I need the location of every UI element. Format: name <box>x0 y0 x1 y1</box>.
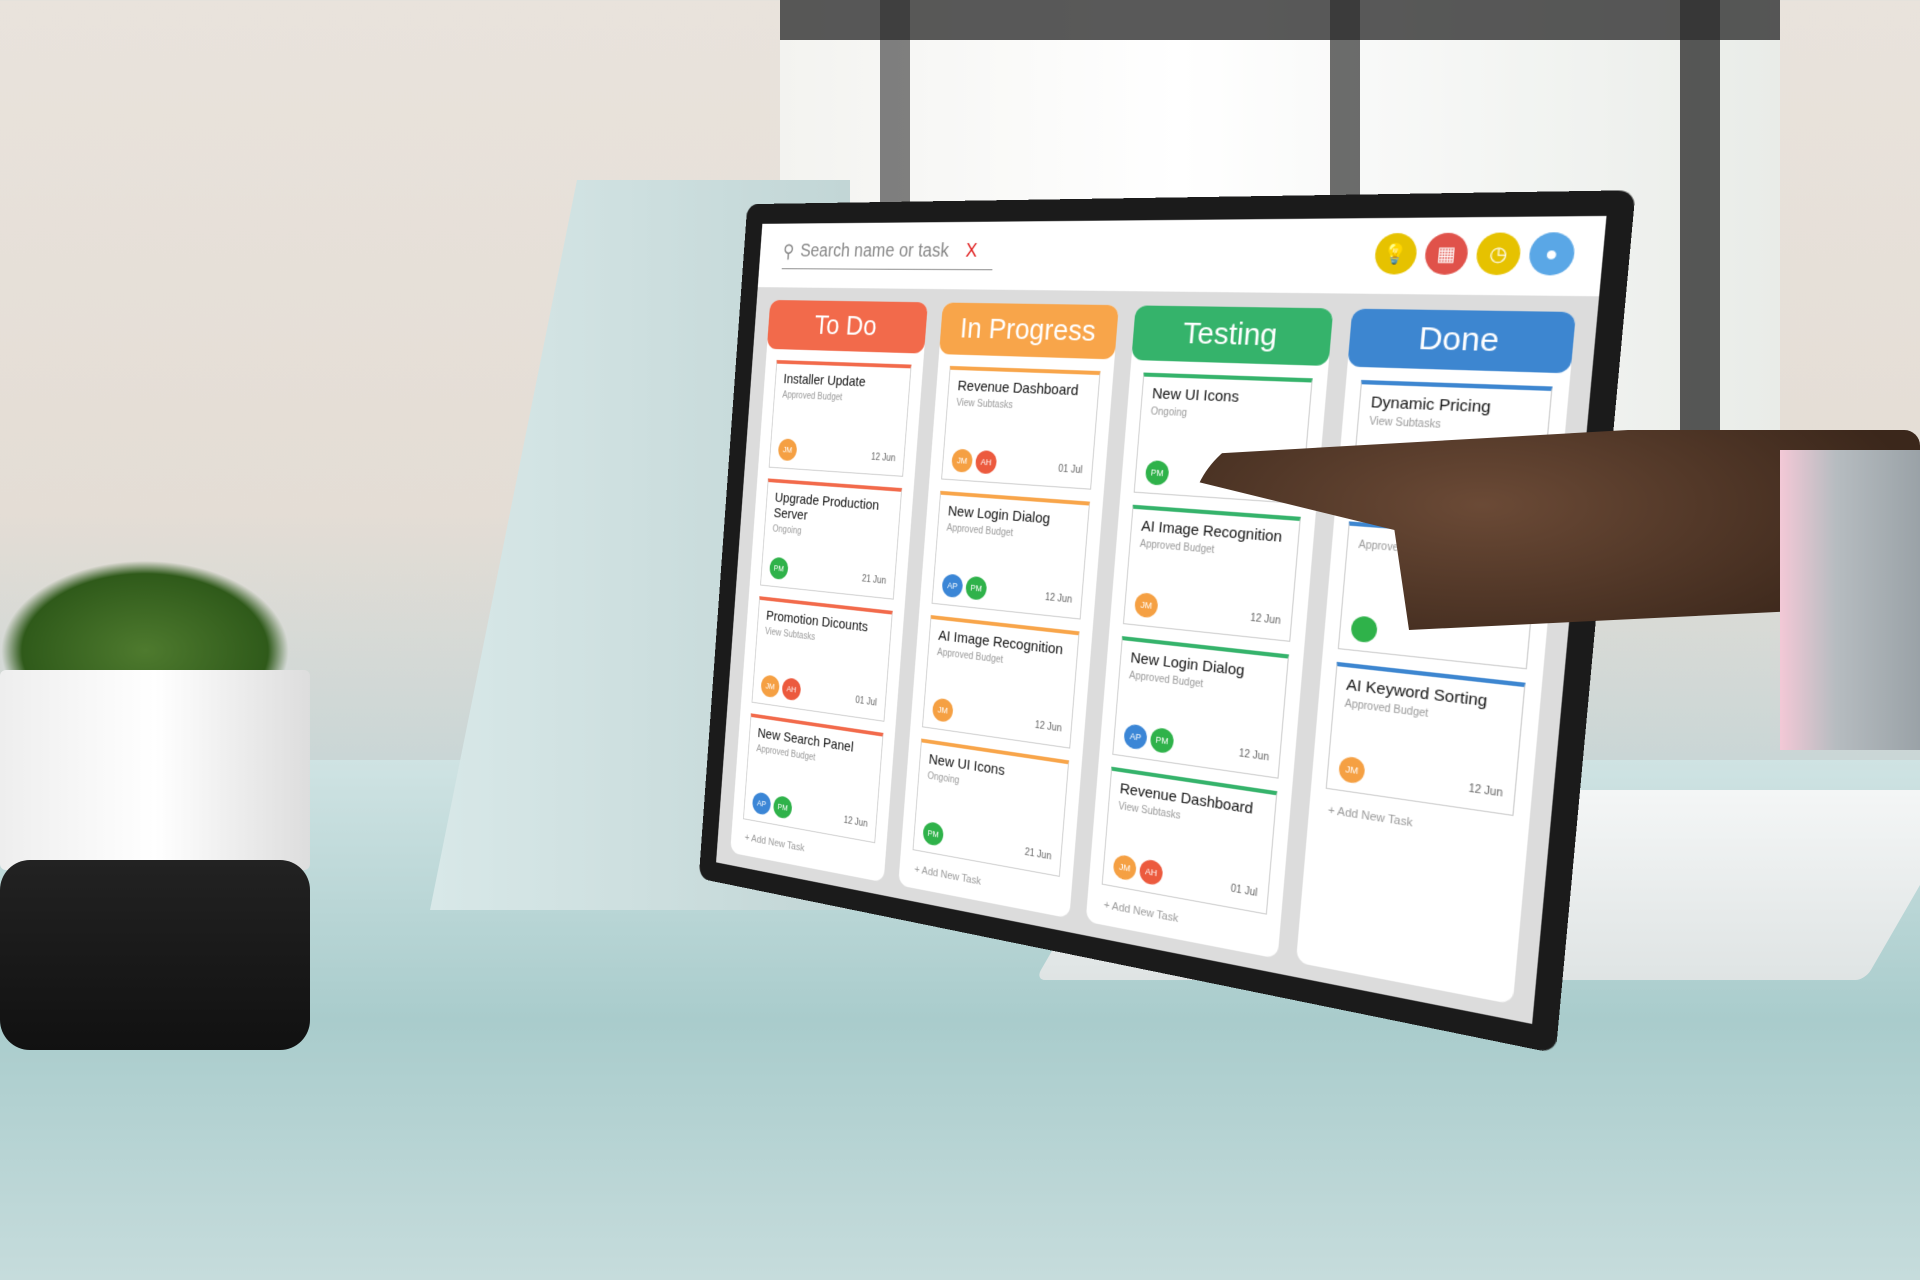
task-card[interactable]: New UI Icons Ongoing PM 21 Jun <box>912 738 1070 877</box>
avatar[interactable]: PM <box>1144 459 1170 486</box>
task-card[interactable]: New Login Dialog Approved Budget AP PM 12 Ju… <box>931 490 1091 620</box>
task-title: New UI Icons <box>1151 385 1240 406</box>
task-title: Revenue Dashboard <box>957 377 1080 400</box>
task-date: 01 Jul <box>1230 883 1258 900</box>
avatar[interactable]: JM <box>951 448 974 473</box>
task-subtitle[interactable]: View Subtasks <box>1369 416 1537 436</box>
avatar[interactable]: JM <box>1112 853 1137 882</box>
task-card[interactable]: Revenue Dashboard View Subtasks JM AH 01 Jul <box>1101 766 1278 915</box>
assignees: JMAH <box>951 448 998 475</box>
avatar[interactable]: AP <box>1123 723 1148 751</box>
column-header: Done <box>1347 308 1577 374</box>
task-date: 21 Jun <box>861 573 887 587</box>
task-title: Installer Update <box>782 371 867 391</box>
task-subtitle[interactable]: View Subtasks <box>956 398 1088 415</box>
column-header: In Progress <box>939 302 1119 360</box>
avatar[interactable]: AP <box>941 573 964 599</box>
avatar[interactable]: JM <box>777 438 798 462</box>
sleeve <box>1780 450 1920 750</box>
avatar[interactable]: PM <box>922 820 945 847</box>
avatar[interactable] <box>1350 615 1379 644</box>
avatar[interactable]: AH <box>781 677 802 702</box>
assignees: JMAH <box>1112 853 1164 887</box>
assignees <box>1350 615 1379 644</box>
toolbar-icons: 💡 ▦ ◷ ● <box>1373 232 1577 276</box>
task-title: Dynamic Pricing <box>1370 393 1492 417</box>
task-card[interactable]: New Search Panel Approved Budget AP PM 12 Ju… <box>743 713 884 844</box>
avatar[interactable]: AH <box>974 449 998 475</box>
avatar[interactable]: PM <box>1149 726 1175 755</box>
assignees: PM <box>922 820 945 847</box>
avatar[interactable]: AP <box>751 791 772 816</box>
search-icon: ⚲ <box>782 241 795 262</box>
lightbulb-icon[interactable]: 💡 <box>1373 233 1419 275</box>
task-subtitle[interactable]: Ongoing <box>1150 406 1298 424</box>
column-done: DoneDynamic PricingView SubtasksJMAHAppr… <box>1295 308 1577 1005</box>
calendar-icon[interactable]: ▦ <box>1423 232 1470 275</box>
column-testing: Testing New UI Icons Ongoing PM AI Image Rec… <box>1085 305 1334 959</box>
avatar[interactable]: PM <box>768 556 789 581</box>
task-card[interactable]: New Login Dialog Approved Budget AP PM 12 Ju… <box>1112 636 1290 779</box>
task-card[interactable]: AI Keyword Sorting Approved Budget JM 12 Ju… <box>1325 661 1526 817</box>
task-card[interactable]: AI Image Recognition Approved Budget JM 12 … <box>1122 504 1301 642</box>
clear-search-button[interactable]: X <box>965 240 978 262</box>
task-card[interactable]: Upgrade Production Server Ongoing PM 21 Jun <box>760 478 903 600</box>
task-date: 12 Jun <box>1467 782 1504 800</box>
column-header: To Do <box>766 299 928 354</box>
column-to-do: To Do Installer Update Approved Budget JM 12… <box>730 299 928 883</box>
avatar[interactable]: JM <box>1338 755 1366 785</box>
avatar[interactable]: PM <box>965 575 988 601</box>
search-placeholder: Search name or task <box>799 240 950 262</box>
assignees: AP PM <box>941 573 988 601</box>
column-in-progress: In Progress Revenue Dashboard View Subtask… <box>898 302 1119 919</box>
avatar[interactable]: JM <box>931 697 954 723</box>
avatar[interactable]: PM <box>772 794 793 820</box>
task-date: 01 Jul <box>1057 463 1083 477</box>
top-bar: ⚲ Search name or task X 💡 ▦ ◷ ● <box>758 216 1607 296</box>
assignees: JM <box>1338 755 1366 785</box>
assignees: AP PM <box>751 791 793 820</box>
assignees: JM <box>777 438 798 462</box>
task-card[interactable]: Promotion Dicounts View Subtasks JM AH 01 Ju… <box>751 596 893 722</box>
assignees: AP PM <box>1123 723 1175 755</box>
column-header: Testing <box>1131 305 1334 367</box>
avatar[interactable]: JM <box>760 674 781 699</box>
avatar[interactable]: JM <box>1133 592 1159 619</box>
task-date: 12 Jun <box>843 815 868 830</box>
task-date: 12 Jun <box>1238 748 1270 764</box>
avatar[interactable]: AH <box>1138 858 1164 887</box>
assignees: JMAH <box>760 674 802 702</box>
user-icon[interactable]: ● <box>1527 232 1577 276</box>
task-date: 01 Jul <box>855 695 878 709</box>
assignees: JM <box>931 697 954 723</box>
task-date: 12 Jun <box>1044 592 1073 606</box>
plant-pot <box>0 670 310 870</box>
task-date: 12 Jun <box>1034 719 1063 735</box>
assignees: JM <box>1133 592 1159 619</box>
task-date: 12 Jun <box>870 452 896 464</box>
assignees: PM <box>768 556 789 581</box>
search-input[interactable]: ⚲ Search name or task X <box>781 239 995 271</box>
task-date: 21 Jun <box>1024 847 1052 863</box>
task-card[interactable]: Revenue Dashboard View Subtasks JM AH 01 Jul <box>941 365 1101 490</box>
task-date: 12 Jun <box>1249 612 1282 628</box>
assignees: PM <box>1144 459 1170 486</box>
speaker <box>0 860 310 1050</box>
task-card[interactable]: Installer Update Approved Budget JM 12 Jun <box>768 360 912 477</box>
clock-icon[interactable]: ◷ <box>1474 232 1523 276</box>
task-subtitle[interactable]: Approved Budget <box>782 390 900 405</box>
task-card[interactable]: AI Image Recognition Approved Budget JM 12 … <box>922 615 1080 749</box>
task-title: Upgrade Production Server <box>773 489 880 524</box>
